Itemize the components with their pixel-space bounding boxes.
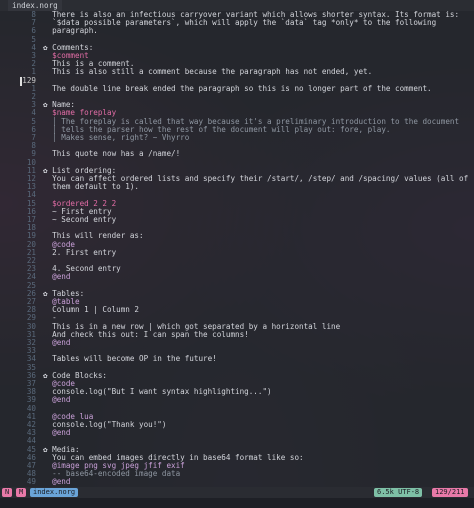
line-text: them default to 1). <box>43 182 140 192</box>
editor-line[interactable]: 23 4. Second entry <box>0 264 474 273</box>
line-text: @end <box>43 272 71 282</box>
tab-bar: index.norg <box>0 0 474 11</box>
editor-line[interactable]: 21 2. First entry <box>0 247 474 257</box>
editor-line[interactable]: 6 paragraph. <box>0 27 474 35</box>
editor-line[interactable]: 43 @end <box>0 428 474 438</box>
line-text: 2. First entry <box>43 247 117 257</box>
line-text: @end <box>43 428 71 438</box>
git-status: M <box>16 488 27 497</box>
line-text: @end <box>43 395 71 405</box>
editor-line[interactable]: 31 And check this out: I can span the co… <box>0 329 474 339</box>
mode-indicator: N <box>2 488 13 497</box>
line-text: console.log("But I want syntax highlight… <box>43 387 272 397</box>
file-size: 6.5k <box>377 488 394 496</box>
line-text: Column 1 | Column 2 <box>43 305 140 315</box>
status-filename-label: index.norg <box>33 488 76 496</box>
line-text: This is also still a comment because the… <box>43 67 373 77</box>
editor-line[interactable]: 42 console.log("Thank you!") <box>0 420 474 429</box>
line-text: paragraph. <box>43 26 98 36</box>
status-line: N M index.norg 6.5k UTF-8 129/211 <box>0 487 474 498</box>
line-text: Tables will become OP in the future! <box>43 354 217 364</box>
editor-line[interactable]: 9 This quote now has a /name/! <box>0 150 474 158</box>
editor-line[interactable]: 24 @end <box>0 273 474 281</box>
line-text: @end <box>43 338 71 347</box>
cursor-position-label: 129/211 <box>435 488 465 496</box>
editor-line[interactable]: 28 Column 1 | Column 2 <box>0 305 474 315</box>
command-line[interactable] <box>0 498 474 508</box>
git-status-label: M <box>19 488 24 496</box>
line-text: And check this out: I can span the colum… <box>43 329 249 339</box>
editor-line[interactable]: 34 Tables will become OP in the future! <box>0 355 474 363</box>
editor-line[interactable]: 48 -- base64-encoded image data <box>0 469 474 478</box>
editor-line[interactable]: 1 This is also still a comment because t… <box>0 68 474 76</box>
editor-line[interactable]: 17 ~ Second entry <box>0 215 474 224</box>
file-encoding: UTF-8 <box>398 488 420 496</box>
status-filename: index.norg <box>30 488 79 497</box>
editor-line[interactable]: 1 The double line break ended the paragr… <box>0 83 474 93</box>
editor-line[interactable]: 13 them default to 1). <box>0 182 474 192</box>
line-text: This quote now has a /name/! <box>43 149 181 159</box>
terminal-window: index.norg 8 There is also an infectious… <box>0 0 474 508</box>
line-text: The double line break ended the paragrap… <box>43 83 432 93</box>
tab-filename: index.norg <box>12 1 58 10</box>
line-text: │ Makes sense, right? ~ Vhyrro <box>43 133 190 142</box>
editor-line[interactable]: 39 @end <box>0 396 474 404</box>
tab-index-norg[interactable]: index.norg <box>8 0 62 11</box>
editor-line[interactable]: 32 @end <box>0 338 474 347</box>
editor-line[interactable]: 38 console.log("But I want syntax highli… <box>0 387 474 397</box>
mode-label: N <box>5 488 10 496</box>
line-text: `$data possible parameters`, which will … <box>43 18 437 28</box>
editor-buffer[interactable]: 8 There is also an infectious carryover … <box>0 11 474 487</box>
cursor-position: 129/211 <box>432 488 468 497</box>
line-text: ~ Second entry <box>43 215 117 224</box>
file-info: 6.5k UTF-8 <box>374 488 423 497</box>
editor-line[interactable]: 7 │ Makes sense, right? ~ Vhyrro <box>0 133 474 142</box>
